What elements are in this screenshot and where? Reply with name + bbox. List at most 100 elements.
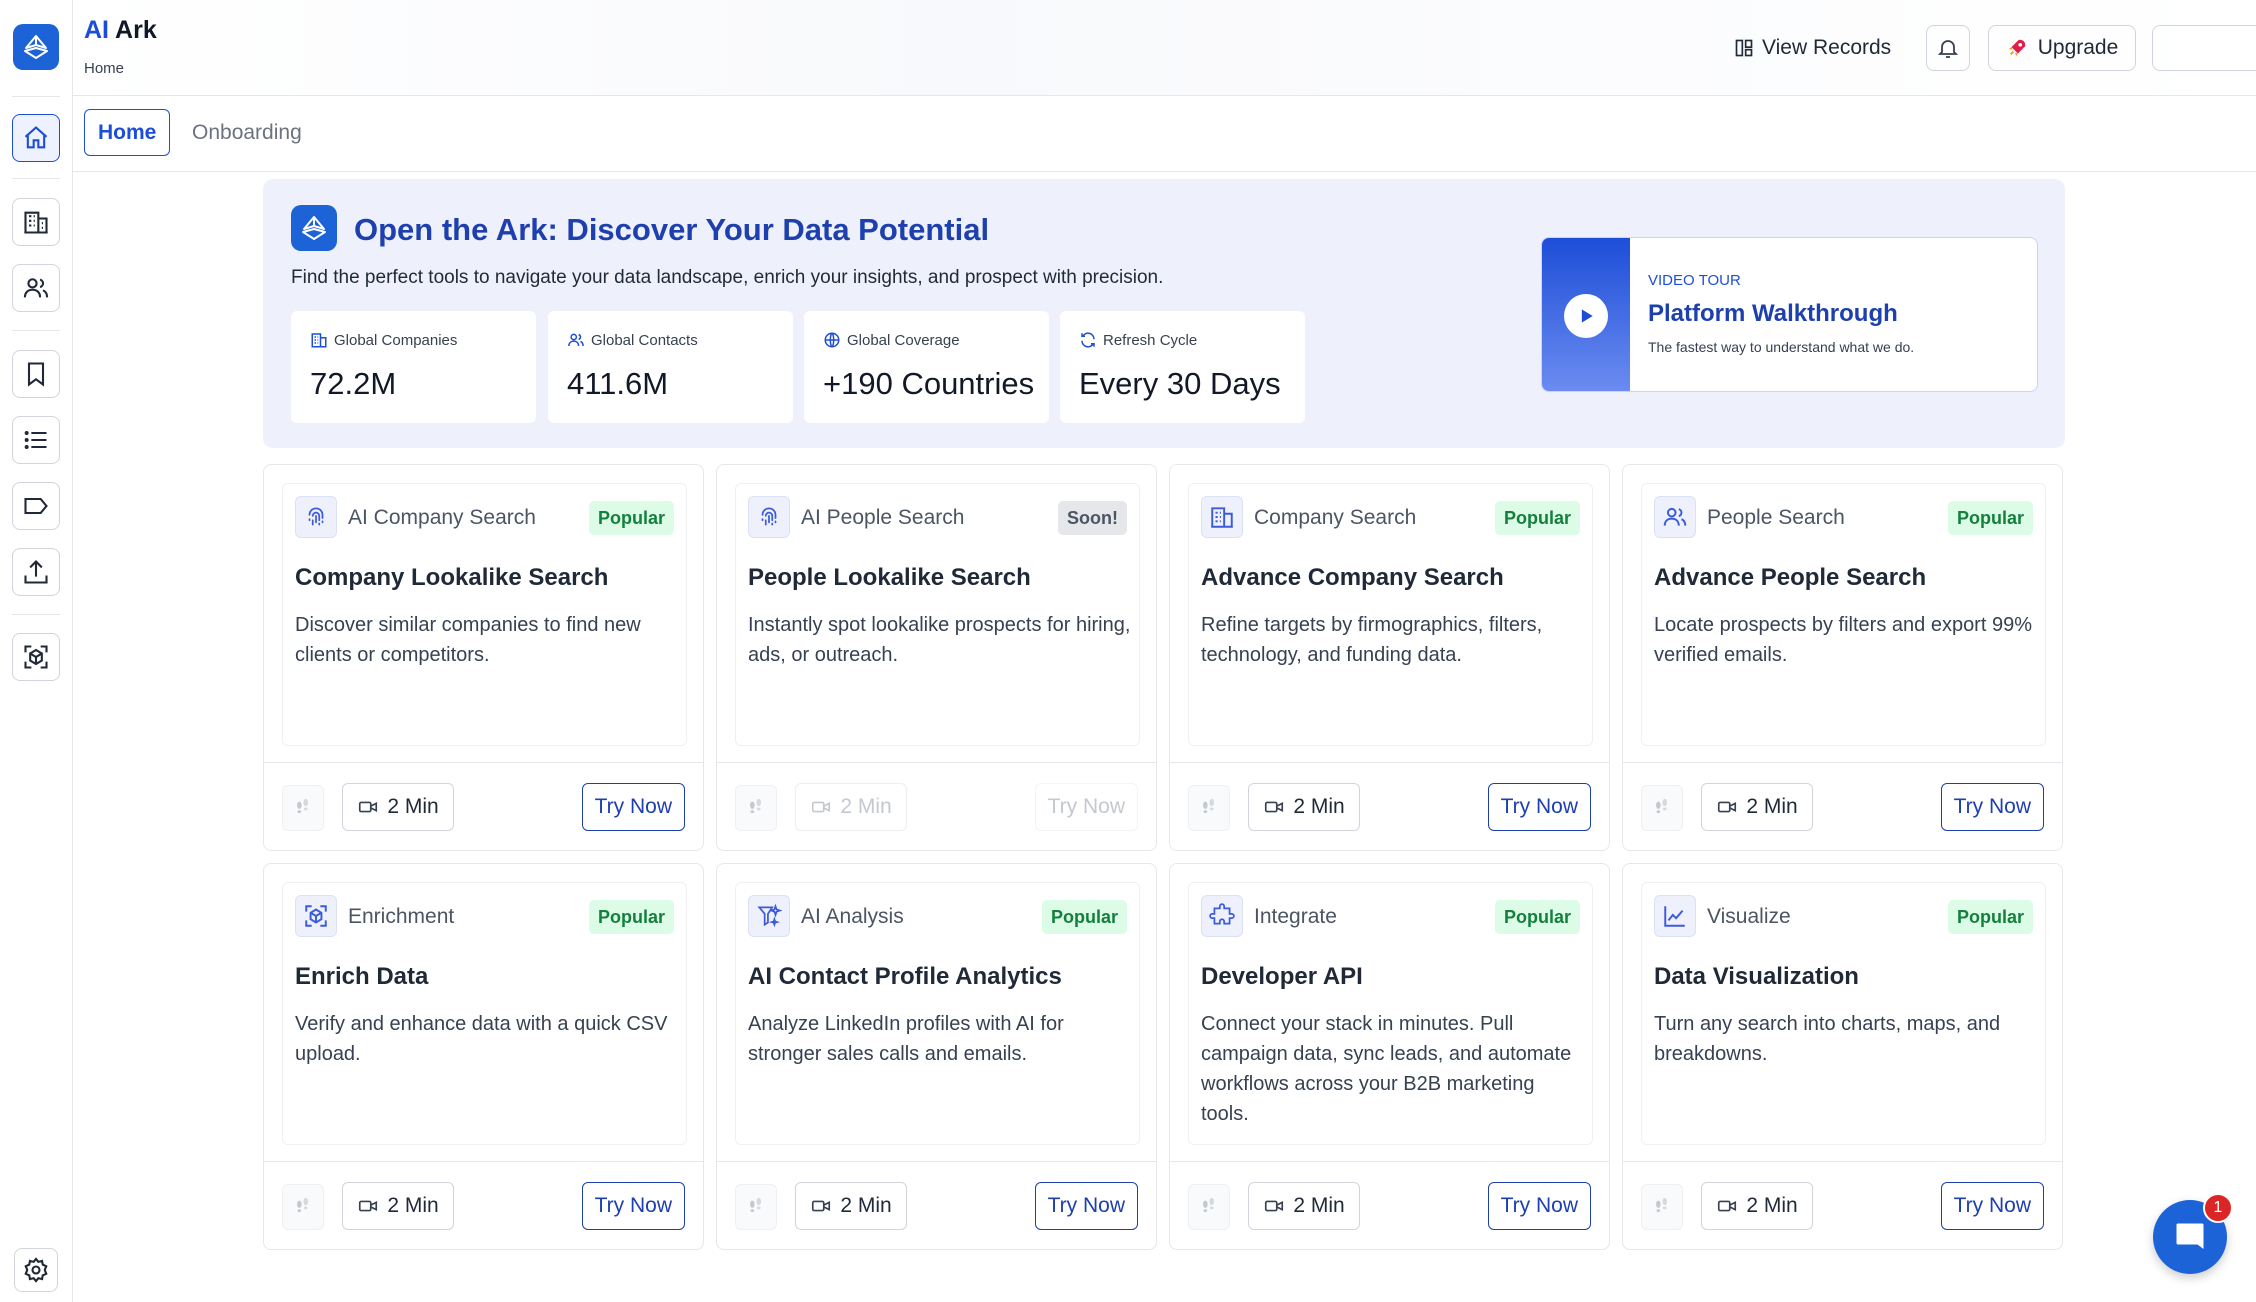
status-badge: Popular xyxy=(1494,501,1580,535)
puzzle-icon xyxy=(1201,895,1243,937)
records-icon xyxy=(1735,39,1753,57)
video-duration-button[interactable]: 2 Min xyxy=(795,783,907,831)
chat-icon xyxy=(2176,1223,2204,1249)
footsteps-icon[interactable] xyxy=(1188,785,1230,831)
hero-title: Open the Ark: Discover Your Data Potenti… xyxy=(354,212,990,247)
fingerprint-icon xyxy=(748,496,790,538)
stat-refresh-cycle: Refresh Cycle Every 30 Days xyxy=(1060,311,1305,423)
footsteps-icon[interactable] xyxy=(1641,1184,1683,1230)
upload-icon[interactable] xyxy=(12,548,60,596)
feature-card[interactable]: AI Analysis Popular AI Contact Profile A… xyxy=(716,863,1157,1250)
feature-card[interactable]: Visualize Popular Data Visualization Tur… xyxy=(1622,863,2063,1250)
status-badge: Popular xyxy=(1494,900,1580,934)
sidebar-divider xyxy=(12,96,60,97)
card-category: People Search xyxy=(1707,506,1845,529)
tag-icon[interactable] xyxy=(12,482,60,530)
upgrade-button[interactable]: Upgrade xyxy=(1988,25,2136,71)
card-footer: 2 Min Try Now xyxy=(717,762,1156,850)
companies-icon[interactable] xyxy=(12,198,60,246)
video-duration-button[interactable]: 2 Min xyxy=(795,1182,907,1230)
card-body: Company Search Popular Advance Company S… xyxy=(1188,483,1593,746)
card-title-company-lookalike-search: Company Lookalike Search xyxy=(295,564,609,591)
video-duration-button[interactable]: 2 Min xyxy=(1701,1182,1813,1230)
card-description: Discover similar companies to find new c… xyxy=(295,614,641,666)
feature-card[interactable]: AI People Search Soon! People Lookalike … xyxy=(716,464,1157,851)
feature-card[interactable]: AI Company Search Popular Company Lookal… xyxy=(263,464,704,851)
footsteps-icon[interactable] xyxy=(1641,785,1683,831)
footsteps-icon[interactable] xyxy=(735,1184,777,1230)
try-now-button[interactable]: Try Now xyxy=(1940,783,2044,831)
try-now-button[interactable]: Try Now xyxy=(581,1182,685,1230)
bookmark-icon[interactable] xyxy=(12,350,60,398)
card-body: People Search Popular Advance People Sea… xyxy=(1641,483,2046,746)
fingerprint-icon xyxy=(295,496,337,538)
video-camera-icon xyxy=(1265,1200,1284,1212)
card-body: Integrate Popular Developer API Connect … xyxy=(1188,882,1593,1145)
sidebar xyxy=(0,0,73,1302)
stat-value: Every 30 Days xyxy=(1079,366,1281,401)
list-icon[interactable] xyxy=(12,416,60,464)
status-badge: Popular xyxy=(1947,900,2033,934)
enrichment-icon[interactable] xyxy=(12,633,60,681)
building-icon xyxy=(1201,496,1243,538)
settings-icon[interactable] xyxy=(14,1248,58,1292)
stat-global-coverage: Global Coverage +190 Countries xyxy=(804,311,1049,423)
tab-onboarding[interactable]: Onboarding xyxy=(179,109,315,156)
card-description: Turn any search into charts, maps, and b… xyxy=(1654,1013,2001,1065)
card-category: Company Search xyxy=(1254,506,1417,529)
card-footer: 2 Min Try Now xyxy=(264,762,703,850)
status-badge: Soon! xyxy=(1058,501,1127,535)
video-title[interactable]: Platform Walkthrough xyxy=(1648,300,1898,328)
try-now-button[interactable]: Try Now xyxy=(581,783,685,831)
video-duration-button[interactable]: 2 Min xyxy=(342,1182,454,1230)
ark-logo-icon[interactable] xyxy=(13,24,59,70)
video-thumbnail[interactable] xyxy=(1542,238,1630,391)
try-now-button[interactable]: Try Now xyxy=(1034,783,1138,831)
users-icon xyxy=(1654,496,1696,538)
globe-icon xyxy=(824,332,840,348)
card-category: AI People Search xyxy=(801,506,965,529)
filter-sparkle-icon xyxy=(748,895,790,937)
notifications-button[interactable] xyxy=(1926,25,1970,71)
hero-banner: Open the Ark: Discover Your Data Potenti… xyxy=(263,179,2065,448)
try-now-button[interactable]: Try Now xyxy=(1034,1182,1138,1230)
feature-card[interactable]: People Search Popular Advance People Sea… xyxy=(1622,464,2063,851)
card-description: Locate prospects by filters and export 9… xyxy=(1654,614,2032,666)
contacts-icon[interactable] xyxy=(12,264,60,312)
stat-value: 411.6M xyxy=(567,366,669,401)
card-body: AI Company Search Popular Company Lookal… xyxy=(282,483,687,746)
try-now-button[interactable]: Try Now xyxy=(1487,1182,1591,1230)
profile-dropdown[interactable] xyxy=(2152,25,2256,71)
stat-value: +190 Countries xyxy=(823,366,1035,401)
feature-card[interactable]: Company Search Popular Advance Company S… xyxy=(1169,464,1610,851)
card-title-advance-company-search: Advance Company Search xyxy=(1201,564,1504,591)
home-icon[interactable] xyxy=(12,114,60,162)
feature-card[interactable]: Enrichment Popular Enrich Data Verify an… xyxy=(263,863,704,1250)
footsteps-icon[interactable] xyxy=(1188,1184,1230,1230)
footsteps-icon[interactable] xyxy=(282,1184,324,1230)
card-description: Analyze LinkedIn profiles with AI for st… xyxy=(748,1013,1064,1065)
view-records-button[interactable]: View Records xyxy=(1734,28,1891,68)
upgrade-label: Upgrade xyxy=(2037,36,2119,59)
footsteps-icon[interactable] xyxy=(282,785,324,831)
stat-value: 72.2M xyxy=(310,366,397,401)
card-title-advance-people-search: Advance People Search xyxy=(1654,564,1927,591)
breadcrumb: Home xyxy=(84,60,125,77)
tab-home[interactable]: Home xyxy=(84,109,171,156)
stat-global-contacts: Global Contacts 411.6M xyxy=(548,311,793,423)
video-tour-card[interactable]: VIDEO TOUR Platform Walkthrough The fast… xyxy=(1541,237,2038,392)
unread-badge: 1 xyxy=(2203,1193,2233,1223)
video-duration-button[interactable]: 2 Min xyxy=(1248,1182,1360,1230)
refresh-icon xyxy=(1081,332,1095,348)
video-duration-button[interactable]: 2 Min xyxy=(342,783,454,831)
video-duration-button[interactable]: 2 Min xyxy=(1701,783,1813,831)
card-category: AI Company Search xyxy=(348,506,536,529)
play-icon[interactable] xyxy=(1564,293,1608,338)
try-now-button[interactable]: Try Now xyxy=(1487,783,1591,831)
ark-logo-icon xyxy=(291,205,337,251)
feature-card[interactable]: Integrate Popular Developer API Connect … xyxy=(1169,863,1610,1250)
video-duration-button[interactable]: 2 Min xyxy=(1248,783,1360,831)
try-now-button[interactable]: Try Now xyxy=(1940,1182,2044,1230)
footsteps-icon[interactable] xyxy=(735,785,777,831)
users-icon xyxy=(568,333,584,347)
